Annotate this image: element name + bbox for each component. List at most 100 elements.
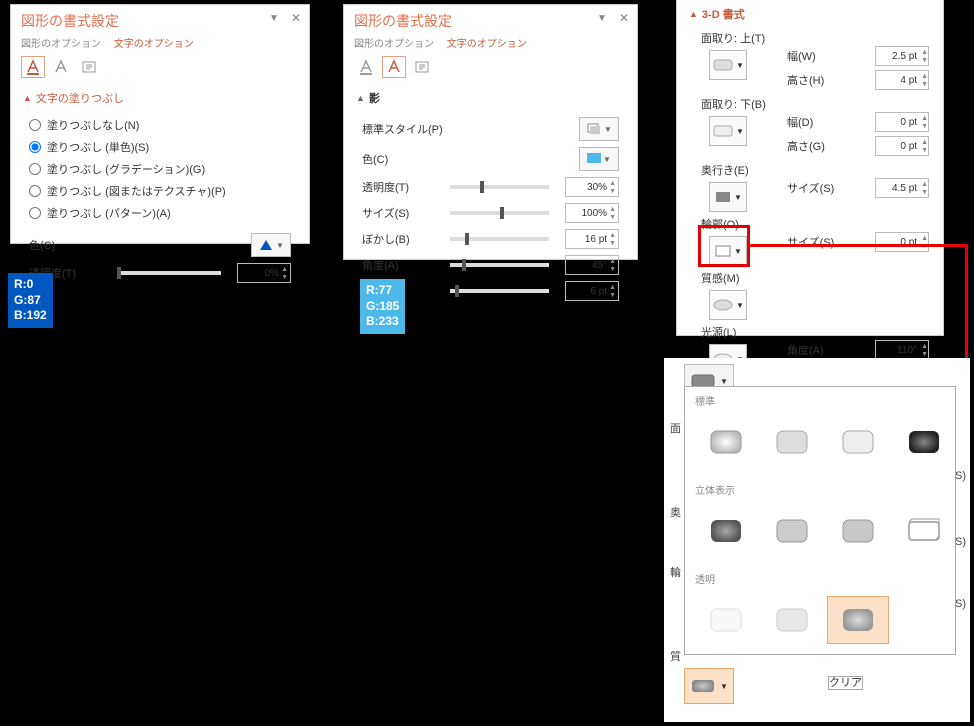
fill-none-radio[interactable]: 塗りつぶしなし(N): [29, 114, 291, 136]
bevel-top-picker[interactable]: ▼: [709, 50, 747, 80]
rgb-swatch-blue: R:0G:87B:192: [8, 273, 53, 328]
shape-options-tab[interactable]: 図形のオプション: [354, 39, 434, 50]
panel-title: 図形の書式設定: [354, 11, 452, 31]
preset-picker[interactable]: ▼: [579, 117, 619, 141]
transparency-input[interactable]: 0%▲▼: [237, 263, 291, 283]
material-option[interactable]: [761, 507, 823, 555]
textbox-tab[interactable]: [77, 56, 101, 78]
material-group-transparent: 透明: [685, 565, 955, 592]
section-title: 影: [369, 90, 380, 106]
text-fill-outline-tab[interactable]: [21, 56, 45, 78]
width-input[interactable]: 2.5 pt▲▼: [875, 46, 929, 66]
fill-color-picker[interactable]: ▼: [251, 233, 291, 257]
distance-slider[interactable]: [450, 289, 549, 293]
bevel-bottom-picker[interactable]: ▼: [709, 116, 747, 146]
cropped-label: S): [955, 536, 966, 548]
cropped-label: S): [955, 598, 966, 610]
collapse-icon: ▲: [689, 9, 698, 19]
width-input[interactable]: 0 pt▲▼: [875, 112, 929, 132]
format-3d-panel: ▲ 3-D 書式 面取り: 上(T) ▼ 幅(W)2.5 pt▲▼ 高さ(H)4…: [676, 0, 944, 336]
text-effects-tab[interactable]: [382, 56, 406, 78]
bevel-top-label: 面取り: 上(T): [677, 26, 787, 50]
collapse-icon: ▲: [356, 93, 365, 103]
material-option[interactable]: [827, 507, 889, 555]
highlight-box: [698, 225, 750, 267]
size-label: サイズ(S): [787, 180, 834, 196]
material-option-selected[interactable]: [827, 596, 889, 644]
task-pane-options-icon[interactable]: ▼: [597, 13, 607, 24]
material-option[interactable]: [695, 418, 757, 466]
transparency-input[interactable]: 30%▲▼: [565, 177, 619, 197]
material-popup-area: 面 奥 輪 質 S) S) S) ▼ 標準 立体表示 透明 ▼ ク: [664, 358, 970, 722]
color-label: 色(C): [362, 151, 434, 167]
shape-options-tab[interactable]: 図形のオプション: [21, 39, 101, 50]
fill-solid-radio[interactable]: 塗りつぶし (単色)(S): [29, 136, 291, 158]
lighting-label: 光源(L): [677, 320, 787, 344]
clear-button[interactable]: クリア: [828, 676, 863, 690]
height-label: 高さ(H): [787, 72, 824, 88]
material-picker[interactable]: ▼: [709, 290, 747, 320]
cropped-label: 面: [670, 420, 681, 436]
color-label: 色(C): [29, 237, 101, 253]
size-label: サイズ(S): [362, 205, 434, 221]
close-icon[interactable]: ✕: [291, 11, 301, 25]
material-label: 質感(M): [677, 266, 943, 290]
material-option[interactable]: [761, 596, 823, 644]
format-shape-panel-1: 図形の書式設定 ▼ ✕ 図形のオプション 文字のオプション ▲ 文字の塗りつぶし…: [10, 4, 310, 244]
cropped-label: 質: [670, 648, 681, 664]
cropped-label: S): [955, 470, 966, 482]
material-group-3d: 立体表示: [685, 476, 955, 503]
panel-title: 図形の書式設定: [21, 11, 119, 31]
angle-slider[interactable]: [450, 263, 549, 267]
material-current-swatch[interactable]: ▼: [684, 668, 734, 704]
size-input[interactable]: 100%▲▼: [565, 203, 619, 223]
fill-pattern-radio[interactable]: 塗りつぶし (パターン)(A): [29, 202, 291, 224]
text-fill-section-header[interactable]: ▲ 文字の塗りつぶし: [11, 86, 309, 110]
size-input[interactable]: 0 pt▲▼: [875, 232, 929, 252]
transparency-label: 透明度(T): [362, 179, 434, 195]
rgb-swatch-cyan: R:77G:185B:233: [360, 279, 405, 334]
material-option[interactable]: [893, 418, 955, 466]
collapse-icon: ▲: [23, 93, 32, 103]
width-label: 幅(D): [787, 114, 813, 130]
task-pane-options-icon[interactable]: ▼: [269, 13, 279, 24]
angle-input[interactable]: 110°▲▼: [875, 340, 929, 360]
text-options-tab[interactable]: 文字のオプション: [447, 39, 527, 50]
text-options-tab[interactable]: 文字のオプション: [114, 39, 194, 50]
material-option[interactable]: [893, 507, 955, 555]
textbox-tab[interactable]: [410, 56, 434, 78]
depth-label: 奥行き(E): [677, 158, 787, 182]
height-input[interactable]: 4 pt▲▼: [875, 70, 929, 90]
section-title: 文字の塗りつぶし: [36, 90, 124, 106]
height-input[interactable]: 0 pt▲▼: [875, 136, 929, 156]
blur-input[interactable]: 16 pt▲▼: [565, 229, 619, 249]
size-slider[interactable]: [450, 211, 549, 215]
height-label: 高さ(G): [787, 138, 825, 154]
material-group-standard: 標準: [685, 387, 955, 414]
blur-slider[interactable]: [450, 237, 549, 241]
text-fill-outline-tab[interactable]: [354, 56, 378, 78]
format-shape-panel-2: 図形の書式設定 ▼ ✕ 図形のオプション 文字のオプション ▲ 影 標準スタイル…: [343, 4, 638, 260]
material-option[interactable]: [761, 418, 823, 466]
shadow-color-picker[interactable]: ▼: [579, 147, 619, 171]
size-input[interactable]: 4.5 pt▲▼: [875, 178, 929, 198]
text-effects-tab[interactable]: [49, 56, 73, 78]
material-picker-popup: 標準 立体表示 透明: [684, 386, 956, 655]
angle-label: 角度(A): [362, 257, 434, 273]
angle-label: 角度(A): [787, 342, 824, 358]
fill-gradient-radio[interactable]: 塗りつぶし (グラデーション)(G): [29, 158, 291, 180]
transparency-slider[interactable]: [450, 185, 549, 189]
material-option[interactable]: [695, 596, 757, 644]
distance-input[interactable]: 6 pt▲▼: [565, 281, 619, 301]
depth-color-picker[interactable]: ▼: [709, 182, 747, 212]
material-option[interactable]: [827, 418, 889, 466]
close-icon[interactable]: ✕: [619, 11, 629, 25]
shadow-section-header[interactable]: ▲ 影: [344, 86, 637, 110]
angle-input[interactable]: 45°▲▼: [565, 255, 619, 275]
material-option[interactable]: [695, 507, 757, 555]
fill-picture-radio[interactable]: 塗りつぶし (図またはテクスチャ)(P): [29, 180, 291, 202]
bevel-bottom-label: 面取り: 下(B): [677, 92, 787, 116]
three-d-section-header[interactable]: ▲ 3-D 書式: [677, 0, 943, 26]
cropped-label: 輪: [670, 564, 681, 580]
transparency-slider[interactable]: [117, 271, 221, 275]
